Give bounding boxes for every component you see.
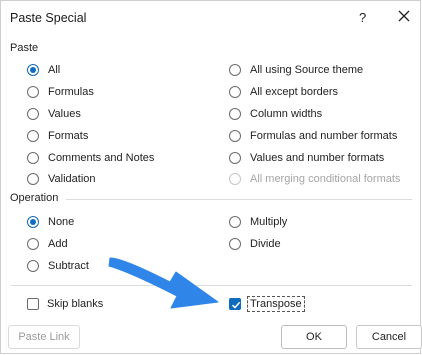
paste-option-column-widths[interactable]: Column widths: [229, 106, 322, 122]
radio-icon: [229, 86, 241, 98]
option-label: Formulas: [48, 86, 94, 98]
paste-option-formats[interactable]: Formats: [27, 128, 88, 144]
operation-option-none[interactable]: None: [27, 214, 74, 230]
radio-icon: [229, 64, 241, 76]
option-label: Subtract: [48, 260, 89, 272]
operation-section-label: Operation: [10, 192, 59, 204]
operation-option-divide[interactable]: Divide: [229, 236, 281, 252]
option-label: Divide: [250, 238, 281, 250]
radio-icon: [27, 108, 39, 120]
option-label: Formats: [48, 130, 89, 142]
radio-icon: [27, 260, 39, 272]
option-label: Values and number formats: [250, 152, 385, 164]
section-divider: [66, 199, 412, 200]
checkbox-label: Transpose: [247, 296, 305, 312]
radio-icon: [229, 130, 241, 142]
option-label: None: [48, 216, 75, 228]
skip-blanks-checkbox[interactable]: Skip blanks: [27, 296, 103, 312]
radio-disabled-icon: [229, 173, 241, 185]
option-label: Comments and Notes: [48, 152, 155, 164]
checkbox-label: Skip blanks: [47, 298, 104, 310]
option-label: Validation: [48, 173, 96, 185]
paste-option-values-number-formats[interactable]: Values and number formats: [229, 150, 384, 166]
checkbox-checked-icon: [229, 298, 241, 310]
option-label: Multiply: [250, 216, 288, 228]
paste-option-values[interactable]: Values: [27, 106, 81, 122]
radio-selected-icon: [27, 216, 39, 228]
option-label: Column widths: [250, 108, 323, 120]
close-icon: [398, 10, 410, 22]
checkbox-icon: [27, 298, 39, 310]
option-label: All: [48, 64, 61, 76]
option-label: Formulas and number formats: [250, 130, 398, 142]
paste-option-all[interactable]: All: [27, 62, 60, 78]
paste-section: Paste: [10, 42, 412, 54]
operation-section: Operation: [10, 192, 412, 204]
operation-option-multiply[interactable]: Multiply: [229, 214, 287, 230]
option-label: Values: [48, 108, 81, 120]
paste-option-formulas-number-formats[interactable]: Formulas and number formats: [229, 128, 397, 144]
paste-option-formulas[interactable]: Formulas: [27, 84, 94, 100]
radio-selected-icon: [27, 64, 39, 76]
radio-icon: [27, 152, 39, 164]
checkmark-icon: [231, 301, 241, 309]
radio-icon: [27, 130, 39, 142]
section-divider: [11, 285, 412, 286]
radio-icon: [229, 108, 241, 120]
radio-icon: [27, 173, 39, 185]
paste-option-comments-notes[interactable]: Comments and Notes: [27, 150, 154, 166]
operation-option-subtract[interactable]: Subtract: [27, 258, 89, 274]
help-button[interactable]: ?: [359, 10, 366, 25]
dialog-title: Paste Special: [10, 11, 87, 25]
paste-option-source-theme[interactable]: All using Source theme: [229, 62, 363, 78]
radio-icon: [229, 238, 241, 250]
radio-icon: [27, 238, 39, 250]
radio-icon: [229, 216, 241, 228]
radio-icon: [229, 152, 241, 164]
radio-icon: [27, 86, 39, 98]
operation-option-add[interactable]: Add: [27, 236, 68, 252]
paste-special-dialog: Paste Special ? Paste All Formulas Value…: [0, 0, 422, 354]
ok-button[interactable]: OK: [281, 325, 347, 349]
option-label: All using Source theme: [250, 64, 364, 76]
option-label: All except borders: [250, 86, 339, 98]
option-label: Add: [48, 238, 68, 250]
option-label: All merging conditional formats: [250, 173, 401, 185]
paste-option-except-borders[interactable]: All except borders: [229, 84, 338, 100]
paste-option-validation[interactable]: Validation: [27, 171, 96, 187]
paste-option-merging-conditional: All merging conditional formats: [229, 171, 400, 187]
transpose-checkbox[interactable]: Transpose: [229, 296, 305, 312]
paste-link-button[interactable]: Paste Link: [8, 325, 80, 349]
paste-section-label: Paste: [10, 42, 39, 54]
close-button[interactable]: [395, 7, 413, 25]
cancel-button[interactable]: Cancel: [356, 325, 422, 349]
